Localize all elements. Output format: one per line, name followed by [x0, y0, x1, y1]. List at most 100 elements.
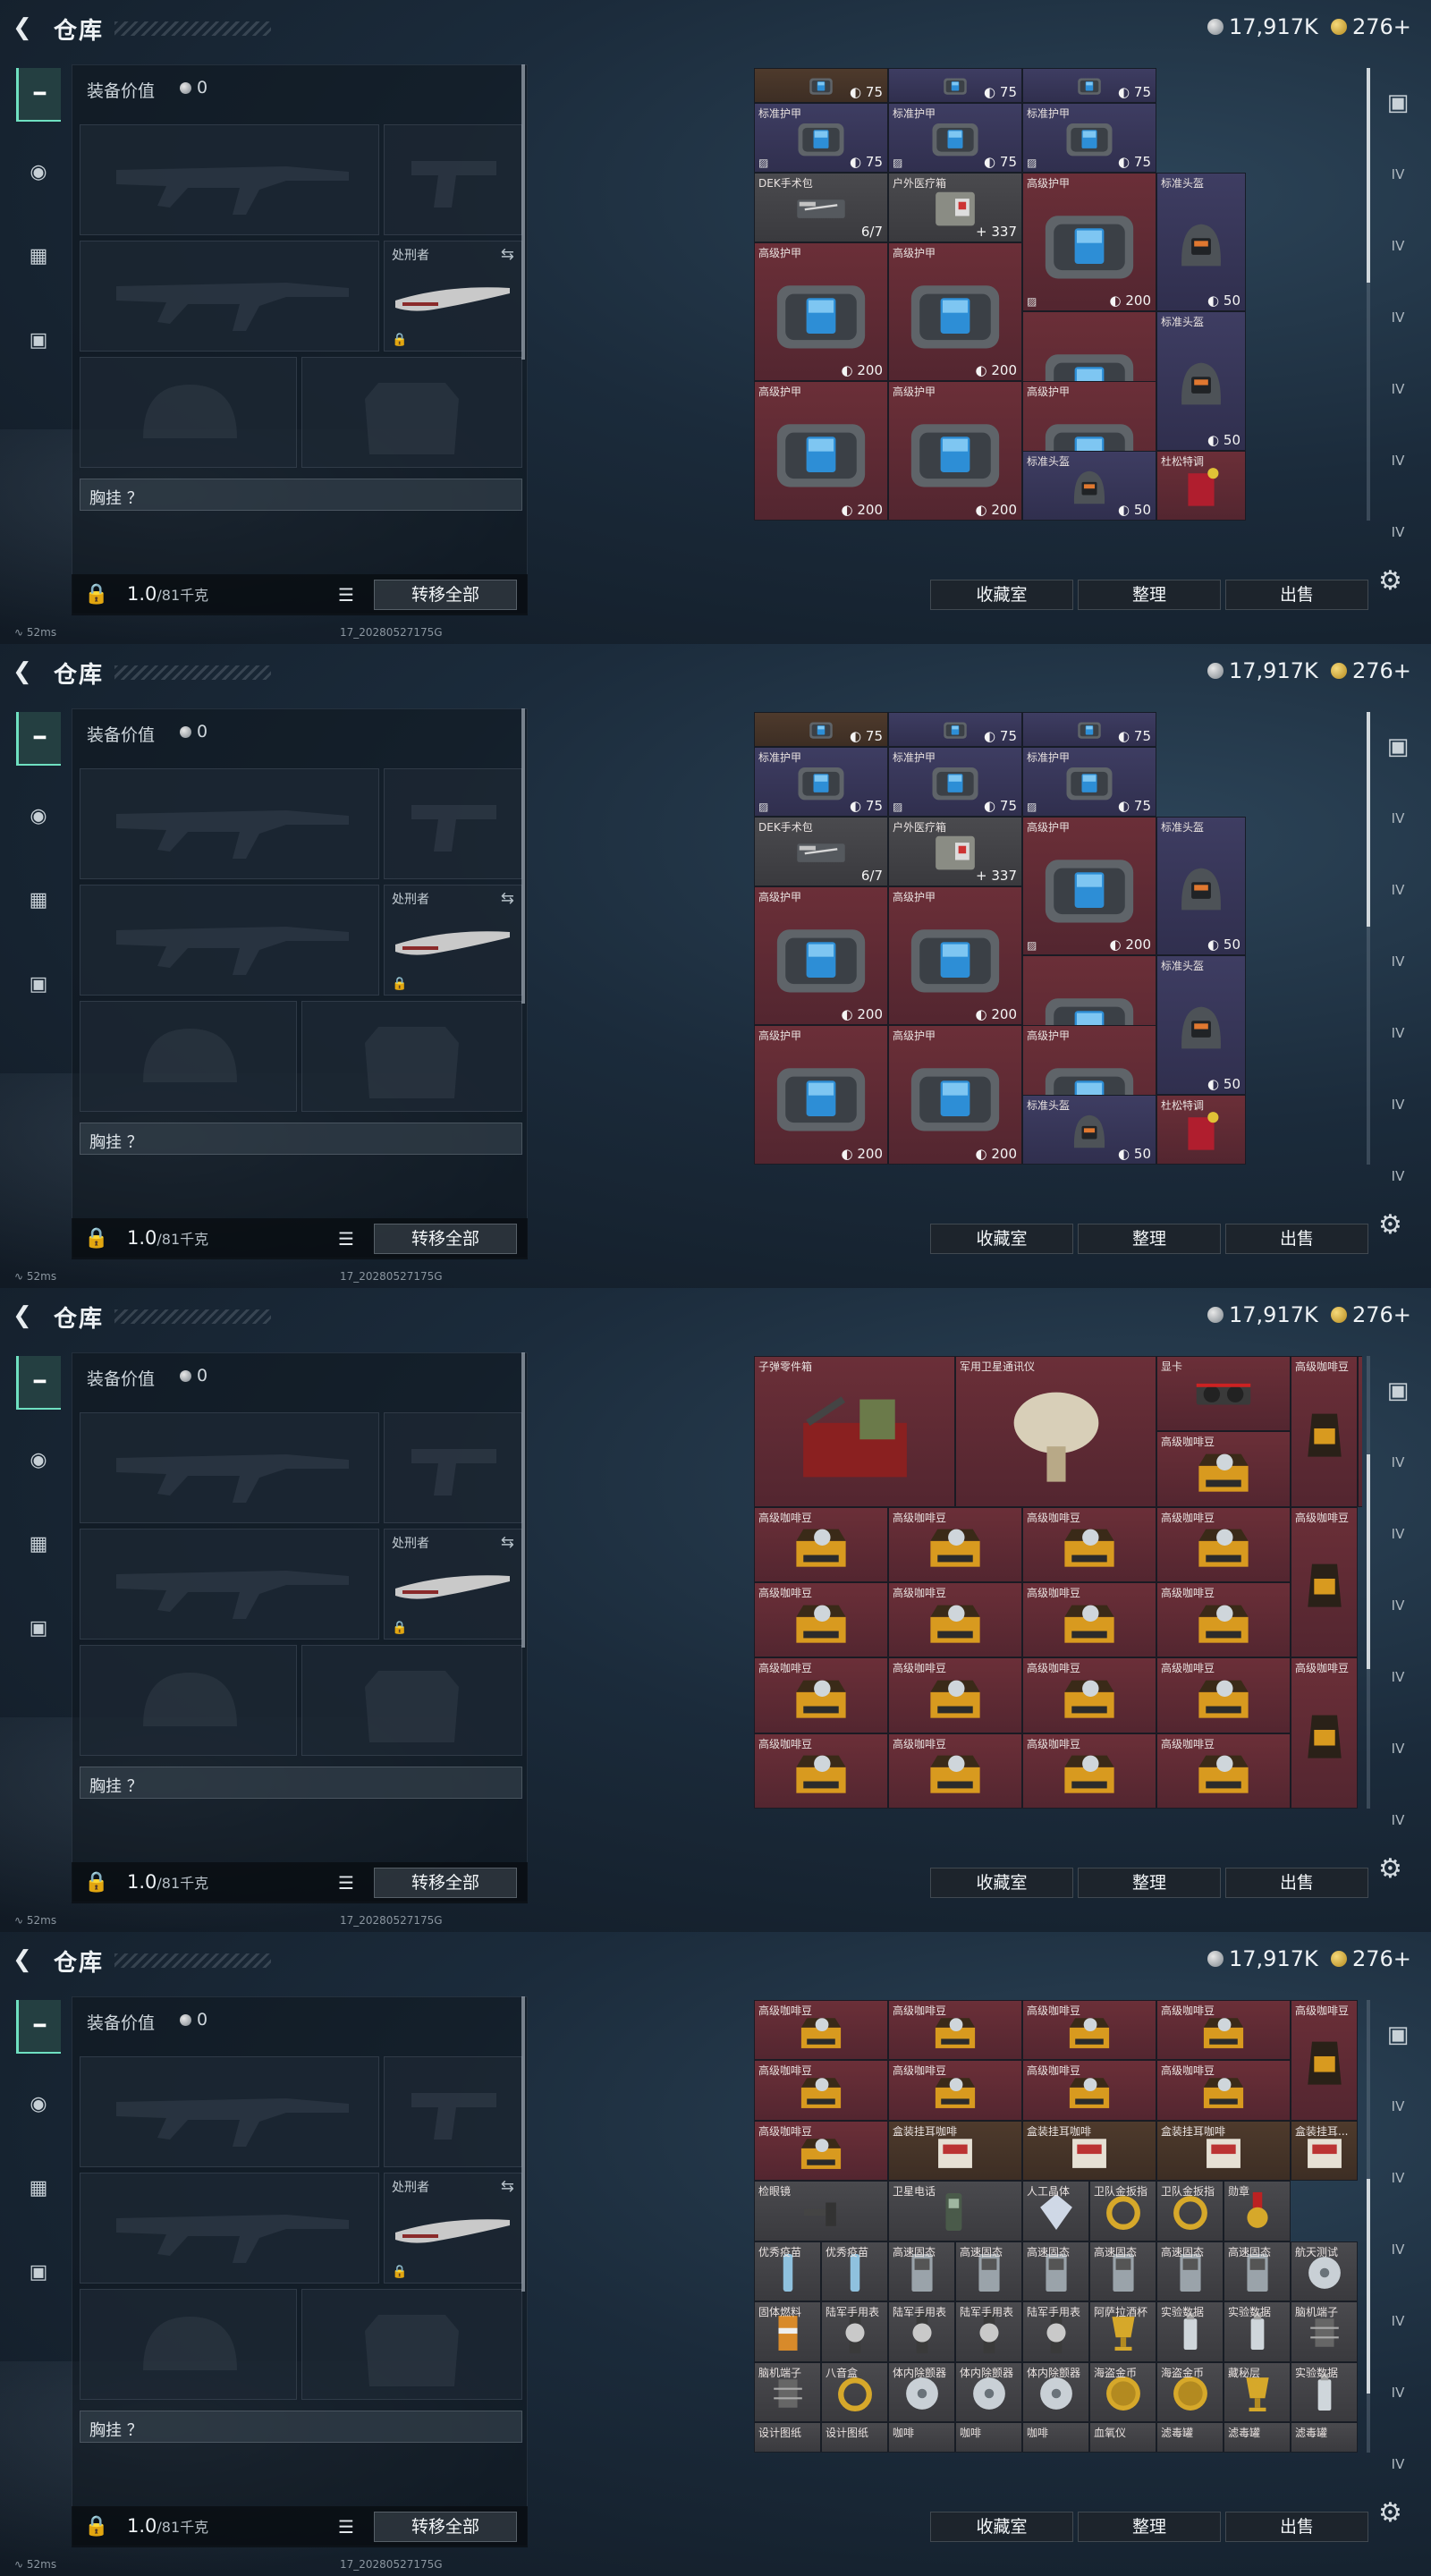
storage-scrollbar[interactable]: [1367, 68, 1370, 521]
inventory-item[interactable]: 高级咖啡豆: [888, 1733, 1022, 1809]
inventory-item[interactable]: 高级咖啡豆: [1022, 1582, 1156, 1658]
vest-icon[interactable]: ▦: [16, 229, 61, 283]
inventory-item[interactable]: ◐ 75: [888, 68, 1022, 103]
inventory-item[interactable]: 设计图纸: [821, 2422, 888, 2453]
inventory-item[interactable]: 高级咖啡豆: [1156, 1733, 1291, 1809]
inventory-item[interactable]: 高级咖啡豆: [888, 1506, 1022, 1582]
case-1-icon[interactable]: IV: [1381, 1445, 1415, 1479]
inventory-item[interactable]: 八音盒: [821, 2361, 888, 2423]
sell-button[interactable]: 出售: [1225, 1224, 1368, 1254]
inventory-item[interactable]: 高级咖啡豆: [754, 2120, 888, 2182]
chest-rig-slot[interactable]: 胸挂 ？: [80, 479, 522, 511]
secondary-weapon-slot[interactable]: [80, 885, 379, 996]
inventory-item[interactable]: 高级咖啡豆: [754, 1657, 888, 1733]
inventory-item[interactable]: 咖啡: [888, 2422, 955, 2453]
inventory-item[interactable]: 血氧仪: [1089, 2422, 1156, 2453]
list-icon[interactable]: ☰: [338, 1228, 354, 1250]
case-6-icon[interactable]: IV: [1381, 515, 1415, 549]
case-1-icon[interactable]: IV: [1381, 801, 1415, 835]
list-icon[interactable]: ☰: [338, 1872, 354, 1894]
inventory-item[interactable]: 高级咖啡豆: [888, 1582, 1022, 1658]
inventory-item[interactable]: 高级咖啡豆: [1291, 1356, 1358, 1507]
inventory-item[interactable]: DEK手术包 6/7: [754, 816, 888, 886]
inventory-item[interactable]: 固体燃料: [754, 2301, 821, 2362]
armor-slot[interactable]: [301, 1645, 522, 1756]
storage-scrollbar[interactable]: [1367, 1356, 1370, 1809]
safe-box-icon[interactable]: ▣: [1381, 730, 1415, 764]
scroll-thumb[interactable]: [1367, 68, 1370, 283]
inventory-item[interactable]: 高级咖啡豆: [1156, 2000, 1291, 2061]
silver-currency[interactable]: 17,917K: [1207, 658, 1318, 683]
vest-icon[interactable]: ▦: [16, 1517, 61, 1571]
inventory-item[interactable]: 高级咖啡豆: [1022, 2060, 1156, 2121]
helmet-slot[interactable]: [80, 1001, 297, 1112]
scroll-thumb[interactable]: [1367, 1454, 1370, 1669]
inventory-item[interactable]: 盒装挂耳咖啡: [888, 2120, 1022, 2182]
inventory-item[interactable]: 高级咖啡豆: [754, 2000, 888, 2061]
inventory-item[interactable]: 藏秘层: [1224, 2361, 1291, 2423]
case-6-icon[interactable]: IV: [1381, 1803, 1415, 1837]
inventory-item[interactable]: 陆军手用表: [955, 2301, 1022, 2362]
silver-currency[interactable]: 17,917K: [1207, 14, 1318, 39]
melee-slot[interactable]: 处刑者 ⇆ 🔒: [384, 885, 522, 996]
inventory-item[interactable]: 高级咖啡豆: [1291, 2000, 1358, 2121]
inventory-item[interactable]: 子弹零件箱: [754, 1356, 955, 1507]
inventory-item[interactable]: 实验数据: [1224, 2301, 1291, 2362]
chest-rig-slot[interactable]: 胸挂 ？: [80, 1767, 522, 1799]
helmet-slot[interactable]: [80, 1645, 297, 1756]
inventory-item[interactable]: ◐ 75: [1022, 68, 1156, 103]
inventory-item[interactable]: 盒装挂耳咖啡: [1022, 2120, 1156, 2182]
case-2-icon[interactable]: IV: [1381, 873, 1415, 907]
inventory-item[interactable]: 高级咖啡豆: [1022, 1657, 1156, 1733]
inventory-item[interactable]: 检眼镜: [754, 2181, 888, 2241]
briefcase-icon[interactable]: ▣: [16, 957, 61, 1011]
primary-weapon-slot[interactable]: [80, 1412, 379, 1523]
gun-icon[interactable]: ━: [16, 68, 61, 122]
storage-scrollbar[interactable]: [1367, 2000, 1370, 2453]
case-1-icon[interactable]: IV: [1381, 157, 1415, 191]
secondary-weapon-slot[interactable]: [80, 2173, 379, 2284]
helmet-icon[interactable]: ◉: [16, 2077, 61, 2131]
inventory-item[interactable]: 高级护甲 ◐ 200: [888, 242, 1022, 382]
loadout-scrollbar[interactable]: [521, 1996, 525, 2292]
inventory-item[interactable]: 标准头盔 ◐ 50: [1022, 1095, 1156, 1165]
collection-button[interactable]: 收藏室: [930, 1224, 1073, 1254]
gun-icon[interactable]: ━: [16, 1356, 61, 1410]
inventory-item[interactable]: 优秀疫苗: [754, 2241, 821, 2302]
vest-icon[interactable]: ▦: [16, 873, 61, 927]
armor-slot[interactable]: [301, 1001, 522, 1112]
gear-icon[interactable]: ⚙: [1378, 2497, 1402, 2529]
melee-slot[interactable]: 处刑者 ⇆ 🔒: [384, 1529, 522, 1640]
inventory-item[interactable]: ◐ 75: [754, 712, 888, 747]
lock-icon[interactable]: 🔒: [84, 2515, 108, 2538]
storage-scrollbar[interactable]: [1367, 712, 1370, 1165]
inventory-item[interactable]: 咖啡: [955, 2422, 1022, 2453]
loadout-scrollbar[interactable]: [521, 1352, 525, 1648]
inventory-item[interactable]: 高级咖啡豆: [1022, 1506, 1156, 1582]
helmet-slot[interactable]: [80, 2289, 297, 2400]
loadout-scrollbar[interactable]: [521, 708, 525, 1004]
inventory-item[interactable]: 高级咖啡豆: [1291, 1657, 1358, 1809]
inventory-item[interactable]: 高级咖啡豆: [1156, 2060, 1291, 2121]
inventory-item[interactable]: 标准头盔 ◐ 50: [1156, 955, 1246, 1096]
inventory-item[interactable]: 实验数据: [1156, 2301, 1224, 2362]
vest-icon[interactable]: ▦: [16, 2161, 61, 2215]
case-5-icon[interactable]: IV: [1381, 2376, 1415, 2410]
list-icon[interactable]: ☰: [338, 2516, 354, 2538]
case-4-icon[interactable]: IV: [1381, 1660, 1415, 1694]
primary-weapon-slot[interactable]: [80, 2056, 379, 2167]
armor-slot[interactable]: [301, 357, 522, 468]
inventory-item[interactable]: 高级咖啡豆: [1022, 2000, 1156, 2061]
lock-icon[interactable]: 🔒: [84, 1227, 108, 1250]
inventory-item[interactable]: 高级护甲 ◐ 200: [888, 1025, 1022, 1165]
safe-box-icon[interactable]: ▣: [1381, 86, 1415, 120]
silver-currency[interactable]: 17,917K: [1207, 1302, 1318, 1327]
inventory-item[interactable]: 脑机端子: [754, 2361, 821, 2423]
inventory-item[interactable]: 高级护甲 ◐ 200: [754, 1025, 888, 1165]
back-arrow-icon[interactable]: ❮: [13, 1302, 39, 1329]
case-5-icon[interactable]: IV: [1381, 444, 1415, 478]
inventory-item[interactable]: 标准护甲 ◐ 75 ▨: [888, 102, 1022, 173]
collection-button[interactable]: 收藏室: [930, 1868, 1073, 1898]
gun-icon[interactable]: ━: [16, 2000, 61, 2054]
inventory-item[interactable]: 高速固态: [955, 2241, 1022, 2302]
